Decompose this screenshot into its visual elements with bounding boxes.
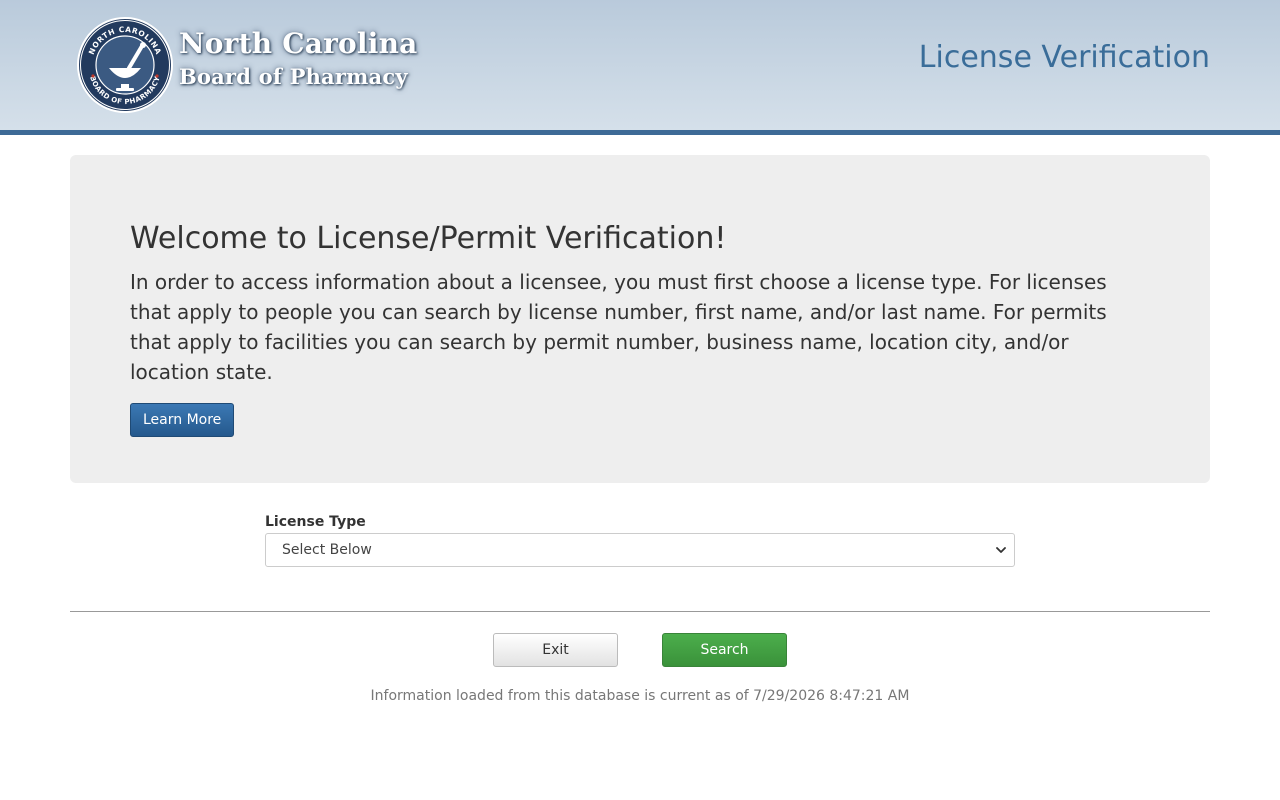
license-type-selected-value: Select Below [282,542,372,558]
exit-button[interactable]: Exit [493,633,618,667]
site-header: NORTH CAROLINA BOARD OF PHARMACY North C… [0,0,1280,135]
welcome-description: In order to access information about a l… [130,270,1107,384]
license-type-select[interactable]: Select Below [265,533,1015,567]
search-button[interactable]: Search [662,633,787,667]
learn-more-button[interactable]: Learn More [130,403,235,437]
org-name-line1: North Carolina [179,27,418,60]
license-type-form: License Type Select Below [265,514,1015,567]
seal-graphic: NORTH CAROLINA BOARD OF PHARMACY [77,17,173,113]
welcome-heading: Welcome to License/Permit Verification! [130,221,727,256]
organization-name[interactable]: North Carolina Board of Pharmacy [179,26,418,92]
welcome-panel: Welcome to License/Permit Verification! … [70,155,1210,483]
page-title: License Verification [918,40,1210,75]
org-name-line2: Board of Pharmacy [179,64,408,89]
pharmacy-seal-icon[interactable]: NORTH CAROLINA BOARD OF PHARMACY [76,16,174,114]
database-currency-note: Information loaded from this database is… [370,688,910,704]
license-type-label: License Type [265,514,366,530]
chevron-down-icon [996,547,1006,553]
form-divider [70,611,1210,612]
